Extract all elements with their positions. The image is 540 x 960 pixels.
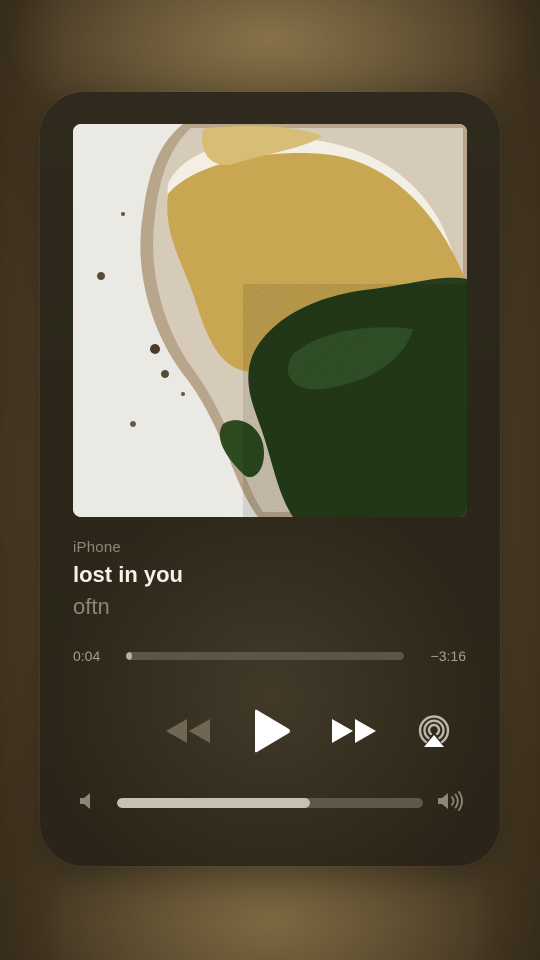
album-artwork[interactable]: [73, 124, 467, 517]
rewind-button[interactable]: [160, 706, 216, 756]
volume-fill: [117, 798, 310, 808]
airplay-button[interactable]: [412, 706, 456, 756]
track-artist: oftn: [73, 594, 110, 619]
now-playing-card: iPhone lost in you oftn 0:04 −3:16: [40, 92, 500, 866]
track-title: lost in you: [73, 562, 183, 587]
progress-scrubber[interactable]: [126, 652, 404, 660]
toast-artwork: [73, 124, 467, 517]
volume-slider[interactable]: [117, 798, 423, 808]
airplay-icon: [418, 715, 450, 747]
volume-high-icon: [436, 791, 466, 811]
play-button[interactable]: [246, 706, 296, 756]
remaining-time: −3:16: [430, 648, 466, 664]
elapsed-time: 0:04: [73, 648, 101, 664]
volume-low-icon: [78, 791, 96, 811]
rewind-icon: [166, 719, 210, 743]
playback-source: iPhone: [73, 539, 121, 556]
play-icon: [255, 709, 290, 753]
fast-forward-button[interactable]: [326, 706, 382, 756]
fast-forward-icon: [332, 719, 376, 743]
progress-fill: [126, 652, 132, 660]
